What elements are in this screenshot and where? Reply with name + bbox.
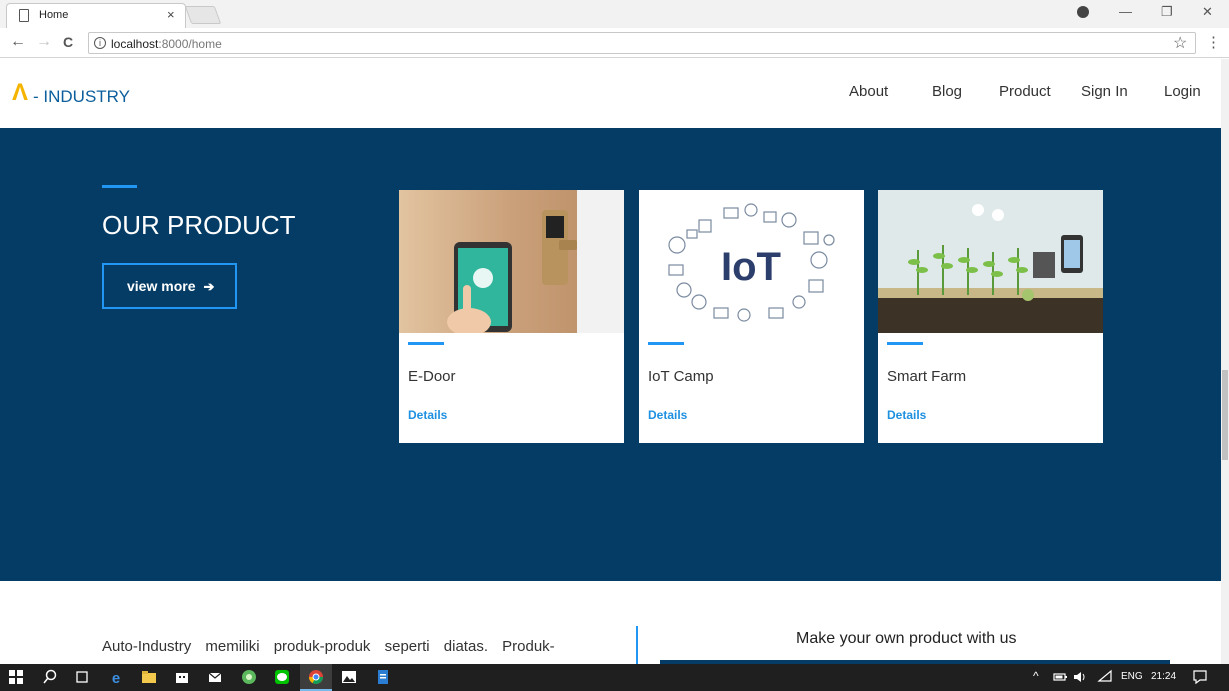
url-text: localhost:8000/home — [111, 37, 222, 51]
card-title: E-Door — [408, 368, 456, 385]
volume-icon[interactable] — [1072, 669, 1088, 685]
new-tab-button[interactable] — [184, 6, 222, 24]
url-path: :8000/home — [158, 37, 222, 51]
nav-blog[interactable]: Blog — [932, 83, 962, 100]
reload-button[interactable]: C — [63, 34, 73, 50]
section-divider — [636, 626, 638, 664]
logo-icon[interactable]: Λ — [12, 81, 28, 105]
file-explorer-icon[interactable] — [141, 669, 157, 685]
section-title: OUR PRODUCT — [102, 210, 296, 240]
arrow-right-icon: ➔ — [203, 279, 215, 294]
svg-text:e: e — [112, 670, 120, 685]
logo-text[interactable]: - INDUSTRY — [33, 87, 130, 107]
windows-taskbar: e ^ ENG 21:24 — [0, 664, 1229, 691]
details-link[interactable]: Details — [408, 408, 447, 422]
product-card-e-door[interactable]: E-Door Details — [399, 190, 624, 443]
page-icon — [19, 9, 29, 22]
close-window-button[interactable]: ✕ — [1202, 4, 1213, 20]
nav-sign-in[interactable]: Sign In — [1081, 83, 1128, 100]
tab-title: Home — [39, 9, 69, 21]
iot-icons-image: IoT — [639, 190, 864, 333]
page-scrollbar[interactable] — [1221, 59, 1229, 664]
card-accent-line — [408, 342, 444, 345]
notification-icon[interactable] — [1192, 669, 1208, 685]
document-app-icon[interactable] — [375, 669, 391, 685]
search-icon[interactable] — [42, 669, 58, 685]
browser-tab[interactable]: Home × — [6, 3, 186, 28]
cta-heading: Make your own product with us — [796, 630, 1017, 647]
card-accent-line — [887, 342, 923, 345]
store-icon[interactable] — [174, 669, 190, 685]
nav-about[interactable]: About — [849, 83, 888, 100]
chrome-icon[interactable] — [308, 669, 324, 685]
card-accent-line — [648, 342, 684, 345]
url-input[interactable]: i localhost:8000/home ☆ — [88, 32, 1196, 54]
smart-door-lock-image — [399, 190, 624, 333]
account-icon[interactable] — [1077, 6, 1089, 18]
clock-time[interactable]: 21:24 — [1151, 671, 1176, 682]
card-title: IoT Camp — [648, 368, 714, 385]
battery-icon[interactable] — [1052, 669, 1068, 685]
mail-icon[interactable] — [207, 669, 223, 685]
address-bar-row: ← → C i localhost:8000/home ☆ — [0, 28, 1229, 58]
nav-login[interactable]: Login — [1164, 83, 1201, 100]
accent-line — [102, 185, 137, 188]
bookmark-star-icon[interactable]: ☆ — [1173, 33, 1187, 53]
tab-close-icon[interactable]: × — [167, 7, 175, 22]
smart-farm-image — [878, 190, 1103, 333]
forward-button[interactable]: → — [36, 33, 52, 51]
edge-browser-icon[interactable]: e — [108, 669, 124, 685]
minimize-button[interactable]: — — [1119, 4, 1132, 19]
card-title: Smart Farm — [887, 368, 967, 385]
site-header: Λ - INDUSTRY About Blog Product Sign In … — [0, 59, 1221, 128]
browser-menu-icon[interactable]: ⋮ — [1206, 33, 1221, 51]
product-card-smart-farm[interactable]: Smart Farm Details — [878, 190, 1103, 443]
photos-icon[interactable] — [341, 669, 357, 685]
info-icon[interactable]: i — [94, 37, 106, 49]
view-more-button[interactable]: view more ➔ — [102, 263, 237, 309]
view-more-label: view more — [127, 278, 196, 294]
line-app-icon[interactable] — [274, 669, 290, 685]
task-view-icon[interactable] — [74, 669, 90, 685]
app-globe-icon[interactable] — [241, 669, 257, 685]
back-button[interactable]: ← — [10, 33, 26, 51]
nav-product[interactable]: Product — [999, 83, 1051, 100]
wifi-icon[interactable] — [1097, 669, 1113, 685]
svg-text:IoT: IoT — [721, 245, 781, 289]
details-link[interactable]: Details — [648, 408, 687, 422]
tray-chevron-up-icon[interactable]: ^ — [1033, 669, 1039, 683]
product-section: OUR PRODUCT view more ➔ E-Door Details I… — [0, 128, 1221, 581]
url-host: localhost — [111, 37, 159, 51]
browser-tab-strip: Home × — ❐ ✕ — [0, 0, 1229, 28]
about-paragraph: Auto-Industry memiliki produk-produk sep… — [102, 638, 555, 655]
windows-start-icon[interactable] — [8, 669, 24, 685]
page-viewport: Λ - INDUSTRY About Blog Product Sign In … — [0, 59, 1221, 664]
product-card-iot-camp[interactable]: IoT IoT Camp Details — [639, 190, 864, 443]
details-link[interactable]: Details — [887, 408, 926, 422]
language-indicator[interactable]: ENG — [1121, 671, 1143, 682]
scrollbar-thumb[interactable] — [1222, 370, 1228, 460]
restore-button[interactable]: ❐ — [1161, 4, 1173, 20]
